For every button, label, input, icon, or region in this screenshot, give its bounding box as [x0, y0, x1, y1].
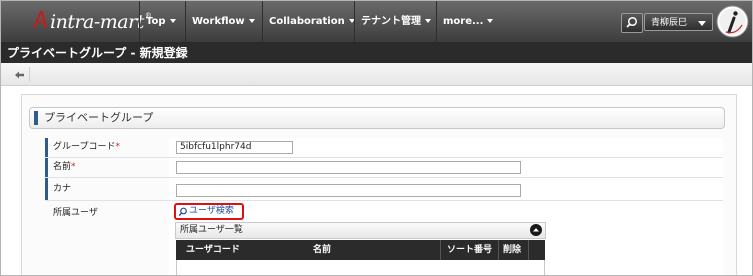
- chevron-down-icon: [248, 19, 255, 23]
- page-toolbar: [1, 63, 752, 86]
- section-accent-bar: [34, 111, 38, 125]
- nav-top-label: Top: [146, 16, 166, 27]
- chevron-down-icon: [169, 19, 176, 23]
- member-label: 所属ユーザ: [45, 201, 165, 275]
- nav-top[interactable]: Top: [139, 1, 176, 42]
- user-name: 青柳辰巳: [651, 18, 688, 28]
- nav-collaboration[interactable]: Collaboration: [262, 1, 355, 42]
- kana-label: カナ: [45, 178, 165, 200]
- nav-more[interactable]: more...: [436, 1, 494, 42]
- search-icon: [178, 207, 187, 217]
- back-button[interactable]: [11, 67, 30, 81]
- global-search-button[interactable]: [621, 13, 643, 33]
- member-grid-header: ユーザコード 名前 ソート番号 削除: [176, 240, 545, 260]
- nav-tenant-admin[interactable]: テナント管理: [354, 1, 431, 42]
- grid-scrollbar-corner: [528, 240, 545, 260]
- column-sort-number[interactable]: ソート番号: [440, 240, 498, 260]
- section-header: プライベートグループ: [29, 107, 725, 129]
- column-name[interactable]: 名前: [313, 240, 331, 260]
- required-mark: *: [71, 162, 76, 172]
- member-list-title: 所属ユーザ一覧: [180, 225, 243, 235]
- section-title: プライベートグループ: [44, 111, 154, 124]
- chevron-down-icon: [698, 21, 706, 26]
- intra-mart-logo[interactable]: intra-mart®: [31, 10, 152, 34]
- kana-label-text: カナ: [53, 184, 72, 194]
- chevron-down-icon: [487, 19, 494, 23]
- nav-workflow[interactable]: Workflow: [185, 1, 255, 42]
- required-mark: *: [115, 142, 120, 152]
- app-window: intra-mart® Top Workflow Collaboration テ…: [0, 0, 753, 276]
- search-icon: [626, 16, 638, 28]
- nav-more-label: more...: [443, 16, 484, 27]
- page-title: プライベートグループ - 新規登録: [1, 43, 752, 63]
- collapse-up-icon[interactable]: [530, 224, 542, 236]
- nav-collaboration-label: Collaboration: [269, 16, 345, 27]
- nav-workflow-label: Workflow: [192, 16, 245, 27]
- nav-tenant-admin-label: テナント管理: [361, 16, 421, 27]
- group-code-label-text: グループコード: [53, 142, 116, 152]
- logo-text: intra-mart: [50, 11, 144, 33]
- user-search-link[interactable]: ユーザ検索: [174, 203, 244, 220]
- global-header: intra-mart® Top Workflow Collaboration テ…: [1, 1, 752, 43]
- kana-input[interactable]: [176, 184, 521, 197]
- group-code-label: グループコード*: [45, 138, 165, 157]
- arrow-left-icon: [15, 71, 24, 79]
- logo-mark-icon: [33, 11, 47, 29]
- name-label: 名前*: [45, 158, 165, 177]
- user-search-label: ユーザ検索: [189, 206, 234, 216]
- member-grid-body: [176, 260, 545, 275]
- chevron-down-icon: [425, 19, 431, 23]
- column-delete[interactable]: 削除: [498, 240, 528, 260]
- imart-i-logo-icon[interactable]: [716, 5, 749, 38]
- name-label-text: 名前: [53, 162, 72, 172]
- member-list-header: 所属ユーザ一覧: [175, 222, 546, 239]
- group-code-input[interactable]: 5ibfcfu1lphr74d: [176, 141, 293, 154]
- member-label-text: 所属ユーザ: [53, 208, 98, 218]
- name-input[interactable]: [176, 161, 521, 174]
- column-user-code[interactable]: ユーザコード: [186, 240, 240, 260]
- form-row-group-code: グループコード*: [45, 138, 723, 158]
- user-menu-button[interactable]: 青柳辰巳: [644, 13, 713, 31]
